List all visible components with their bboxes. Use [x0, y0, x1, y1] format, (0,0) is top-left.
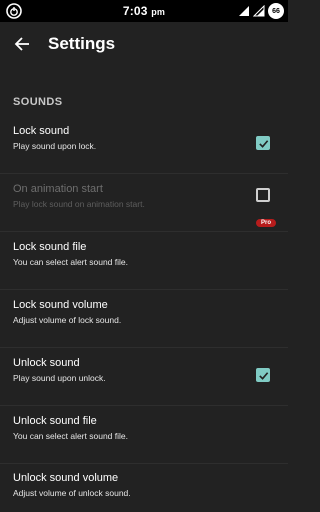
status-bar: 7:03 pm 66	[0, 0, 288, 22]
pref-summary: You can select alert sound file.	[13, 257, 128, 267]
pref-title: Lock sound volume	[13, 299, 108, 311]
pref-summary: Play lock sound on animation start.	[13, 199, 145, 209]
pref-title: On animation start	[13, 183, 103, 195]
status-time: 7:03	[122, 4, 148, 18]
pref-summary: Play sound upon lock.	[13, 141, 97, 151]
pref-summary: You can select alert sound file.	[13, 431, 128, 441]
checkmark-icon	[258, 371, 268, 380]
battery-level: 66	[272, 7, 280, 15]
pref-on-animation-start[interactable]: On animation start Play lock sound on an…	[0, 174, 288, 232]
checkmark-icon	[258, 139, 268, 148]
battery-icon: 66	[268, 3, 284, 19]
pref-title: Unlock sound	[13, 357, 80, 369]
pref-lock-sound-volume[interactable]: Lock sound volume Adjust volume of lock …	[0, 290, 288, 348]
pref-summary: Play sound upon unlock.	[13, 373, 106, 383]
pref-unlock-sound[interactable]: Unlock sound Play sound upon unlock.	[0, 348, 288, 406]
pref-unlock-sound-volume[interactable]: Unlock sound volume Adjust volume of unl…	[0, 463, 288, 512]
pref-title: Unlock sound file	[13, 415, 97, 427]
wifi-icon	[239, 6, 249, 16]
pref-summary: Adjust volume of unlock sound.	[13, 488, 131, 498]
pref-title: Lock sound file	[13, 241, 87, 253]
animation-start-checkbox[interactable]	[256, 188, 270, 202]
section-header-sounds: SOUNDS	[13, 96, 63, 108]
pro-badge: Pro	[255, 219, 276, 227]
pref-title: Unlock sound volume	[13, 472, 119, 484]
page-title: Settings	[48, 34, 116, 53]
back-button[interactable]	[10, 32, 34, 56]
pref-title: Lock sound	[13, 125, 70, 137]
pref-lock-sound[interactable]: Lock sound Play sound upon lock.	[0, 116, 288, 174]
unlock-sound-checkbox[interactable]	[256, 368, 270, 382]
pref-unlock-sound-file[interactable]: Unlock sound file You can select alert s…	[0, 406, 288, 464]
status-icons: 66	[238, 3, 284, 19]
pref-lock-sound-file[interactable]: Lock sound file You can select alert sou…	[0, 232, 288, 290]
pref-summary: Adjust volume of lock sound.	[13, 315, 122, 325]
status-ampm: pm	[151, 7, 166, 17]
app-bar: Settings	[0, 22, 288, 66]
signal-icon	[253, 5, 265, 17]
lock-sound-checkbox[interactable]	[256, 136, 270, 150]
arrow-left-icon	[14, 37, 29, 51]
